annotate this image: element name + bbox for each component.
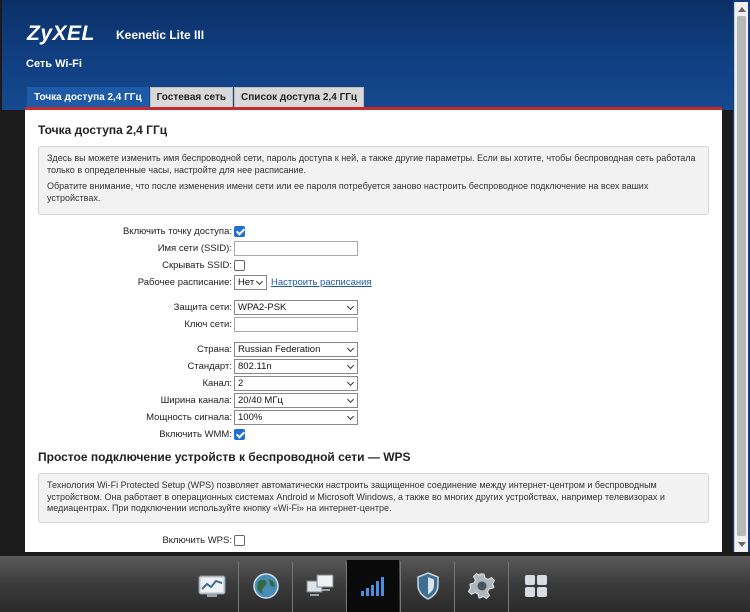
dock-separator (238, 562, 239, 612)
row-channel: Канал: 2 (25, 376, 722, 392)
country-label: Страна: (197, 344, 232, 355)
ssid-input[interactable] (234, 241, 358, 256)
security-select[interactable]: WPA2-PSK (234, 300, 358, 315)
globe-icon (253, 573, 279, 599)
ap-info-text-1: Здесь вы можете изменить имя беспроводно… (47, 153, 696, 175)
width-label: Ширина канала: (160, 395, 232, 406)
country-value: Russian Federation (238, 344, 321, 355)
configure-schedules-link[interactable]: Настроить расписания (271, 277, 372, 288)
channel-label: Канал: (202, 378, 232, 389)
shield-icon (417, 572, 439, 600)
dock-home-network[interactable] (294, 560, 346, 612)
row-width: Ширина канала: 20/40 МГц (25, 393, 722, 409)
tab-ap-24[interactable]: Точка доступа 2,4 ГГц (27, 87, 149, 107)
tab-guest-network[interactable]: Гостевая сеть (149, 87, 234, 107)
row-country: Страна: Russian Federation (25, 342, 722, 358)
wps-label: Включить WPS: (162, 535, 232, 546)
network-key-input[interactable] (234, 317, 358, 332)
page-title: Сеть Wi-Fi (26, 58, 82, 70)
chevron-down-icon (346, 361, 355, 370)
vertical-scrollbar[interactable] (734, 2, 748, 552)
scroll-up-icon[interactable] (738, 7, 746, 12)
bottom-dock (0, 556, 750, 612)
dock-wifi[interactable] (347, 560, 399, 612)
row-wps: Включить WPS: (25, 533, 722, 549)
monitor-chart-icon (198, 575, 226, 597)
wps-checkbox[interactable] (234, 535, 245, 546)
ssid-label: Имя сети (SSID): (157, 243, 232, 254)
dock-separator (454, 562, 455, 612)
channel-select[interactable]: 2 (234, 376, 358, 391)
wmm-checkbox[interactable] (234, 429, 245, 440)
chevron-down-icon (346, 412, 355, 421)
hide-ssid-checkbox[interactable] (234, 260, 245, 271)
key-label: Ключ сети: (184, 319, 232, 330)
tab-bar: Точка доступа 2,4 ГГц Гостевая сеть Спис… (27, 87, 365, 107)
scroll-thumb[interactable] (737, 16, 746, 536)
apps-grid-icon (525, 575, 547, 597)
schedule-label: Рабочее расписание: (137, 277, 232, 288)
ap-heading: Точка доступа 2,4 ГГц (38, 123, 168, 137)
ap-info-text-2: Обратите внимание, что после изменения и… (47, 181, 649, 203)
wps-info-box: Технология Wi-Fi Protected Setup (WPS) п… (38, 473, 709, 523)
chevron-down-icon (346, 344, 355, 353)
dock-separator (400, 562, 401, 612)
enable-ap-checkbox[interactable] (234, 226, 245, 237)
enable-ap-label: Включить точку доступа: (122, 226, 232, 237)
row-security: Защита сети: WPA2-PSK (25, 300, 722, 316)
hide-ssid-label: Скрывать SSID: (162, 260, 232, 271)
dock-separator (508, 562, 509, 612)
row-wmm: Включить WMM: (25, 427, 722, 443)
power-value: 100% (238, 412, 263, 423)
channel-value: 2 (238, 378, 244, 389)
schedule-value: Нет (238, 277, 255, 288)
dock-security[interactable] (402, 560, 454, 612)
country-select[interactable]: Russian Federation (234, 342, 358, 357)
chevron-down-icon (346, 302, 355, 311)
dock-separator (292, 562, 293, 612)
dock-system[interactable] (456, 560, 508, 612)
gear-icon (468, 572, 496, 600)
chevron-down-icon (255, 277, 264, 286)
tab-access-list-24[interactable]: Список доступа 2,4 ГГц (234, 87, 365, 107)
brand-logo: ZyXEL (27, 22, 95, 45)
width-value: 20/40 МГц (238, 395, 283, 406)
model-name: Keenetic Lite III (116, 28, 205, 42)
scroll-down-icon[interactable] (738, 542, 746, 547)
chevron-down-icon (346, 395, 355, 404)
schedule-select[interactable]: Нет (234, 275, 267, 290)
security-label: Защита сети: (173, 302, 232, 313)
computers-icon (306, 574, 334, 596)
row-ssid: Имя сети (SSID): (25, 241, 722, 257)
signal-power-select[interactable]: 100% (234, 410, 358, 425)
dock-internet[interactable] (240, 560, 292, 612)
wps-heading: Простое подключение устройств к беспрово… (38, 450, 411, 464)
wifi-signal-icon (361, 577, 384, 596)
standard-value: 802.11n (238, 361, 272, 372)
row-hide-ssid: Скрывать SSID: (25, 258, 722, 274)
row-enable-ap: Включить точку доступа: (25, 224, 722, 240)
wmm-label: Включить WMM: (159, 429, 232, 440)
wps-info-text: Технология Wi-Fi Protected Setup (WPS) п… (47, 480, 665, 513)
dock-monitor[interactable] (186, 560, 238, 612)
standard-label: Стандарт: (187, 361, 232, 372)
header-bar: ZyXEL Keenetic Lite III Сеть Wi-Fi Точка… (0, 0, 750, 110)
security-value: WPA2-PSK (238, 302, 287, 313)
row-power: Мощность сигнала: 100% (25, 410, 722, 426)
standard-select[interactable]: 802.11n (234, 359, 358, 374)
channel-width-select[interactable]: 20/40 МГц (234, 393, 358, 408)
row-schedule: Рабочее расписание: Нет Настроить распис… (25, 275, 722, 291)
row-key: Ключ сети: (25, 317, 722, 333)
ap-info-box: Здесь вы можете изменить имя беспроводно… (38, 146, 709, 215)
dock-applications[interactable] (510, 560, 562, 612)
row-standard: Стандарт: 802.11n (25, 359, 722, 375)
settings-panel: Точка доступа 2,4 ГГц Здесь вы можете из… (25, 110, 722, 552)
power-label: Мощность сигнала: (146, 412, 232, 423)
chevron-down-icon (346, 378, 355, 387)
